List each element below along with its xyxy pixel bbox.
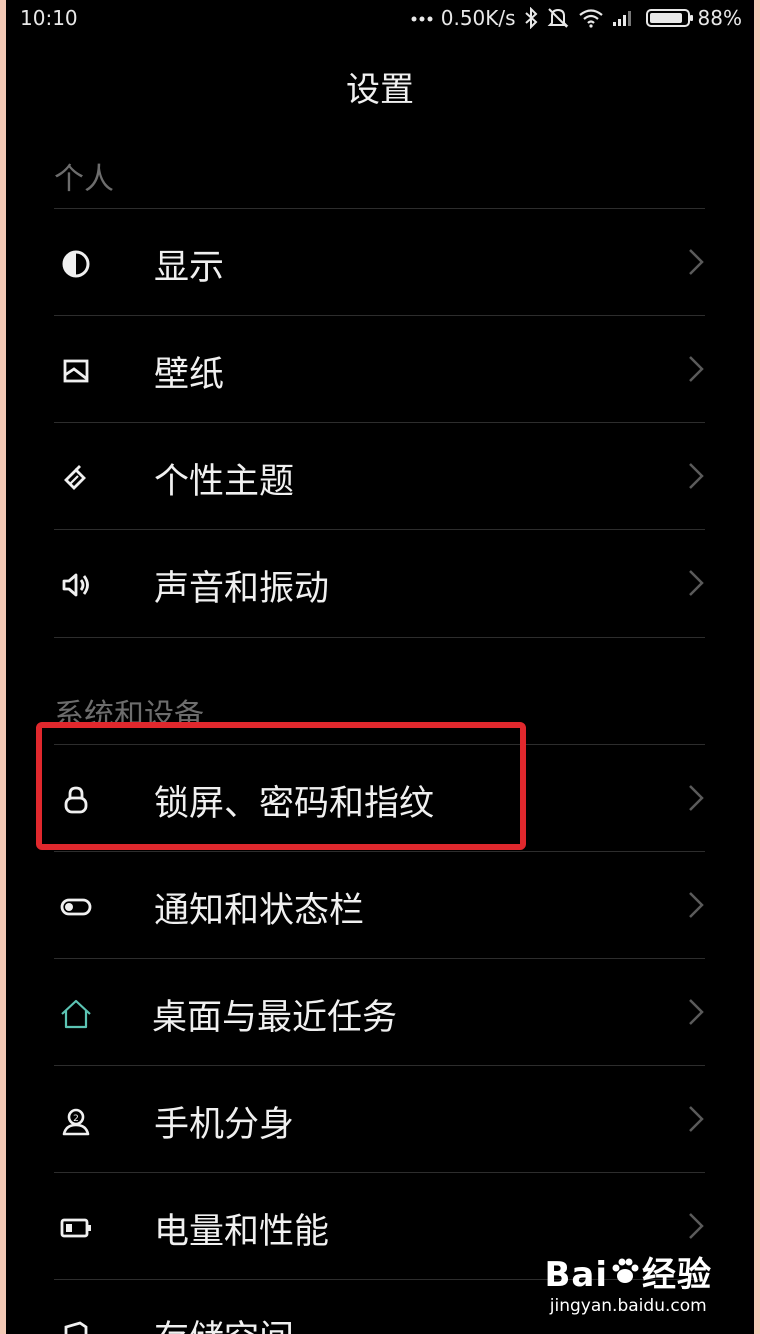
settings-item-wallpaper[interactable]: 壁纸 — [6, 316, 754, 422]
watermark-url: jingyan.baidu.com — [549, 1296, 707, 1316]
chevron-right-icon — [686, 461, 706, 491]
settings-item-sound[interactable]: 声音和振动 — [6, 530, 754, 636]
settings-item-label: 个性主题 — [154, 462, 295, 502]
watermark-brand: Bai 经验 — [544, 1247, 712, 1296]
divider — [54, 637, 705, 638]
battery-nub — [689, 15, 693, 21]
chevron-right-icon — [686, 1104, 706, 1134]
status-icons: 0.50K/s 88% — [411, 6, 742, 30]
battery-icon — [645, 9, 693, 27]
theme-icon — [58, 460, 94, 496]
svg-text:2: 2 — [73, 1114, 79, 1124]
sound-icon — [58, 567, 94, 603]
signal-icon — [612, 9, 634, 27]
wallpaper-icon — [58, 353, 94, 389]
storage-icon — [58, 1317, 94, 1334]
chevron-right-icon — [686, 247, 706, 277]
settings-item-label: 声音和振动 — [154, 569, 330, 609]
more-dots-icon — [411, 14, 433, 22]
chevron-right-icon — [686, 890, 706, 920]
home-icon — [58, 996, 94, 1032]
display-icon — [58, 246, 94, 282]
status-time: 10:10 — [20, 6, 78, 30]
network-speed: 0.50K/s — [440, 6, 516, 30]
settings-item-label: 存储空间 — [154, 1310, 294, 1334]
settings-item-second-space[interactable]: 2 手机分身 — [6, 1066, 754, 1172]
toggle-icon — [58, 889, 94, 925]
settings-item-label: 电量和性能 — [154, 1212, 330, 1252]
settings-item-label: 显示 — [154, 248, 225, 288]
baidu-watermark: Bai 经验 jingyan.baidu.com — [544, 1247, 712, 1316]
section-header-personal: 个人 — [54, 162, 114, 197]
wifi-icon — [578, 8, 604, 28]
chevron-right-icon — [686, 1211, 706, 1241]
settings-item-label: 通知和状态栏 — [154, 891, 365, 931]
status-bar: 10:10 0.50K/s 88% — [6, 0, 754, 36]
settings-item-theme[interactable]: 个性主题 — [6, 423, 754, 529]
battery-fill — [649, 13, 682, 23]
chevron-right-icon — [686, 568, 706, 598]
settings-item-display[interactable]: 显示 — [6, 209, 754, 315]
settings-item-home[interactable]: 桌面与最近任务 — [6, 959, 754, 1065]
second-space-icon: 2 — [58, 1103, 94, 1139]
battery-icon — [58, 1210, 94, 1246]
chevron-right-icon — [686, 997, 706, 1027]
settings-item-label: 手机分身 — [154, 1105, 295, 1145]
watermark-brand-a: Bai — [544, 1255, 608, 1295]
settings-item-label: 壁纸 — [154, 355, 225, 395]
bluetooth-icon — [524, 7, 538, 29]
battery-percent: 88% — [697, 6, 742, 30]
highlight-box — [36, 722, 526, 850]
settings-item-label: 桌面与最近任务 — [152, 998, 398, 1038]
settings-screen: 10:10 0.50K/s 88% 设置 个人 显示 壁纸 个性主题 声音和振动… — [6, 0, 754, 1334]
paw-icon — [610, 1255, 640, 1295]
watermark-brand-b: 经验 — [642, 1255, 712, 1295]
settings-item-notifications[interactable]: 通知和状态栏 — [6, 852, 754, 958]
chevron-right-icon — [686, 783, 706, 813]
chevron-right-icon — [686, 354, 706, 384]
mute-icon — [546, 7, 570, 29]
page-title: 设置 — [346, 70, 414, 110]
